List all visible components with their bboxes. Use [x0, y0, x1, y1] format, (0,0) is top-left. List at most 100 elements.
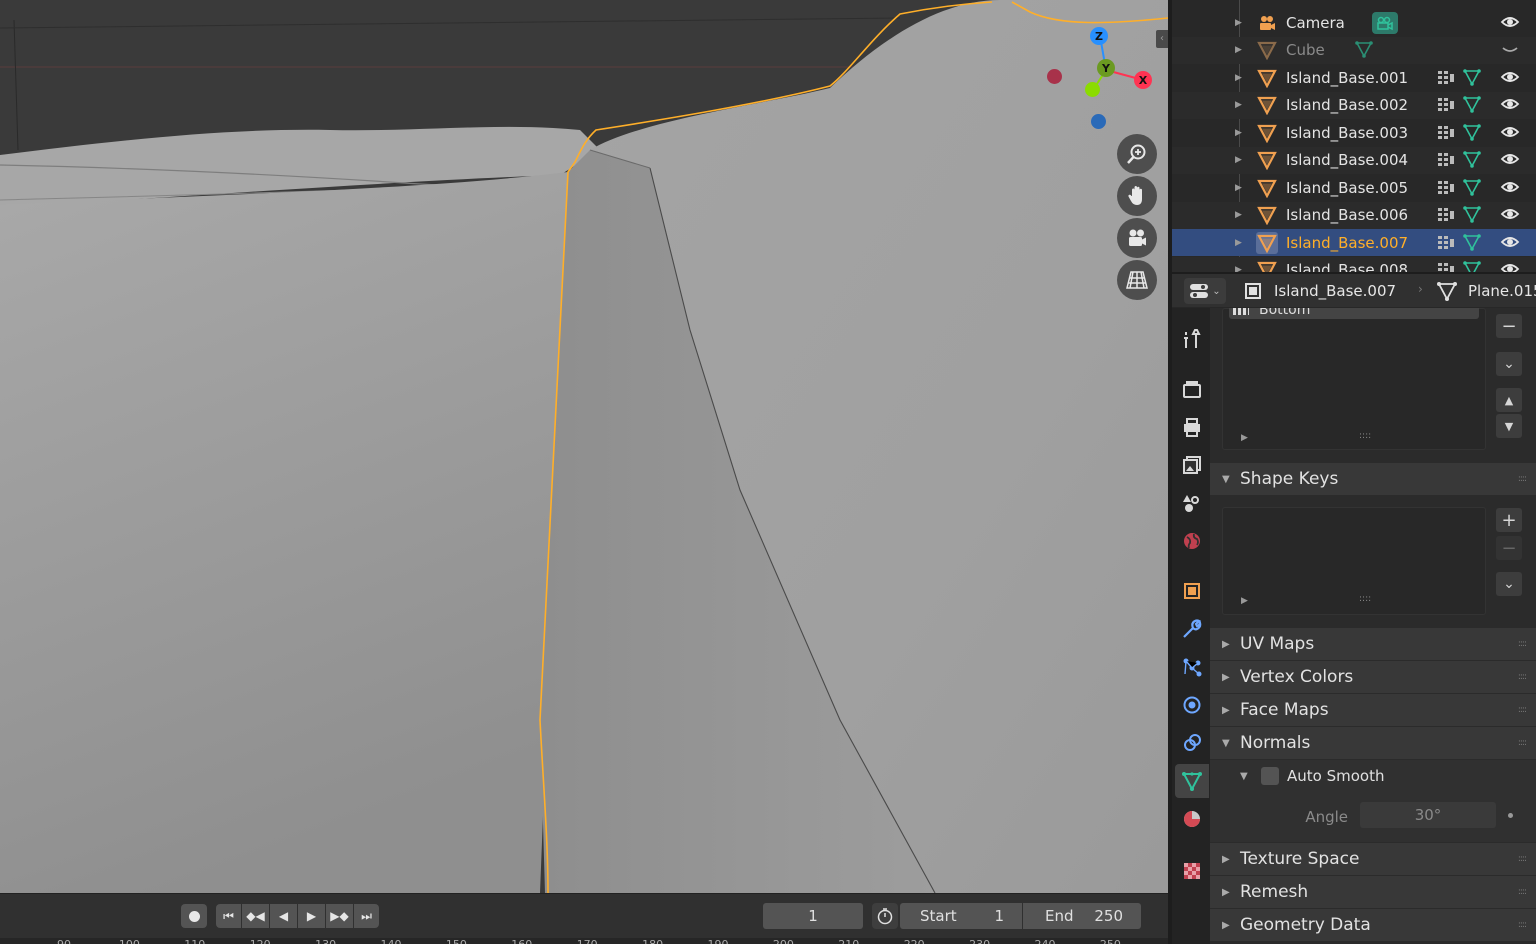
modifiers-icon[interactable]: [1436, 95, 1456, 115]
face-map-item[interactable]: Bottom: [1229, 308, 1479, 319]
expand-triangle-icon[interactable]: ▶: [1235, 210, 1242, 220]
preview-range-button[interactable]: [872, 903, 898, 929]
panel-remesh[interactable]: ▶ Remesh ::::: [1210, 876, 1536, 908]
outliner-row[interactable]: ▶ Island_Base.007: [1172, 229, 1536, 256]
panel-uv-maps[interactable]: ▶ UV Maps ::::: [1210, 628, 1536, 660]
expand-triangle-icon[interactable]: ▶: [1235, 238, 1242, 248]
end-frame-field[interactable]: End 250: [1023, 903, 1141, 929]
gizmo-neg-z-axis[interactable]: [1091, 114, 1106, 129]
panel-shape-keys[interactable]: ▼ Shape Keys ::::: [1210, 463, 1536, 495]
outliner-row[interactable]: ▶ Island_Base.001: [1172, 64, 1536, 91]
mesh-data-icon[interactable]: [1462, 204, 1484, 226]
eye-icon[interactable]: [1500, 232, 1522, 254]
remove-face-map-button[interactable]: −: [1496, 314, 1522, 338]
outliner-row[interactable]: ▶ Cube: [1172, 36, 1536, 64]
move-up-button[interactable]: ▲: [1496, 388, 1522, 412]
jump-end-button[interactable]: ⏭: [354, 904, 379, 928]
drag-grip-icon[interactable]: ::::: [1518, 738, 1527, 748]
list-resize-grip-icon[interactable]: ::::: [1359, 431, 1371, 441]
next-keyframe-button[interactable]: ▶◆: [326, 904, 353, 928]
mesh-data-icon[interactable]: [1462, 122, 1484, 144]
expand-triangle-icon[interactable]: ▶: [1235, 100, 1242, 110]
eye-icon[interactable]: [1500, 259, 1522, 272]
remove-shape-key-button[interactable]: −: [1496, 536, 1522, 560]
tab-modifiers[interactable]: [1175, 612, 1209, 646]
tab-view-layer[interactable]: [1175, 448, 1209, 482]
tab-particles[interactable]: [1175, 650, 1209, 684]
outliner-row[interactable]: ▶ Island_Base.002: [1172, 91, 1536, 119]
face-maps-list[interactable]: Bottom ▶ ::::: [1222, 308, 1486, 450]
modifiers-icon[interactable]: [1436, 205, 1456, 225]
drag-grip-icon[interactable]: ::::: [1518, 474, 1527, 484]
expand-triangle-icon[interactable]: ▶: [1235, 73, 1242, 83]
drag-grip-icon[interactable]: ::::: [1518, 920, 1527, 930]
mesh-data-icon[interactable]: [1462, 259, 1484, 272]
mesh-data-icon[interactable]: [1462, 67, 1484, 89]
tab-texture[interactable]: [1175, 854, 1209, 888]
outliner-row[interactable]: ▶ Island_Base.003: [1172, 119, 1536, 146]
shape-key-specials-button[interactable]: ⌄: [1496, 572, 1522, 596]
eye-icon[interactable]: [1500, 149, 1522, 171]
perspective-toggle-button[interactable]: [1117, 260, 1157, 300]
expand-triangle-icon[interactable]: ▶: [1235, 128, 1242, 138]
modifiers-icon[interactable]: [1436, 260, 1456, 272]
tab-world[interactable]: [1175, 524, 1209, 558]
modifiers-icon[interactable]: [1436, 68, 1456, 88]
tab-constraints[interactable]: [1175, 726, 1209, 760]
eye-icon[interactable]: [1500, 122, 1522, 144]
mesh-data-icon[interactable]: [1354, 39, 1376, 61]
tab-tool[interactable]: [1175, 322, 1209, 356]
eye-closed-icon[interactable]: [1500, 39, 1522, 61]
mesh-data-icon[interactable]: [1462, 232, 1484, 254]
drag-grip-icon[interactable]: ::::: [1518, 705, 1527, 715]
panel-texture-space[interactable]: ▶ Texture Space ::::: [1210, 843, 1536, 875]
camera-view-button[interactable]: [1117, 218, 1157, 258]
panel-vertex-colors[interactable]: ▶ Vertex Colors ::::: [1210, 661, 1536, 693]
eye-icon[interactable]: [1500, 12, 1522, 34]
auto-smooth-checkbox[interactable]: [1261, 767, 1279, 785]
modifiers-icon[interactable]: [1436, 233, 1456, 253]
eye-icon[interactable]: [1500, 94, 1522, 116]
expand-triangle-icon[interactable]: ▶: [1235, 45, 1242, 55]
eye-icon[interactable]: [1500, 177, 1522, 199]
eye-icon[interactable]: [1500, 67, 1522, 89]
current-frame-field[interactable]: 1: [763, 903, 863, 929]
zoom-button[interactable]: [1117, 134, 1157, 174]
gizmo-neg-x-axis[interactable]: [1047, 69, 1062, 84]
gizmo-z-axis[interactable]: Z: [1090, 27, 1108, 45]
tab-scene[interactable]: [1175, 486, 1209, 520]
mesh-crumb[interactable]: Plane.015: [1436, 278, 1536, 304]
drag-grip-icon[interactable]: ::::: [1518, 672, 1527, 682]
panel-geometry-data[interactable]: ▶ Geometry Data ::::: [1210, 909, 1536, 941]
start-frame-field[interactable]: Start 1: [900, 903, 1022, 929]
tab-output[interactable]: [1175, 410, 1209, 444]
list-expand-icon[interactable]: ▶: [1241, 433, 1248, 443]
expand-triangle-icon[interactable]: ▶: [1235, 18, 1242, 28]
modifiers-icon[interactable]: [1436, 178, 1456, 198]
outliner-row[interactable]: ▶ Island_Base.004: [1172, 146, 1536, 174]
outliner-row[interactable]: ▶ Island_Base.006: [1172, 201, 1536, 229]
gizmo-neg-y-axis[interactable]: [1085, 82, 1100, 97]
move-down-button[interactable]: ▼: [1496, 414, 1522, 438]
tab-render[interactable]: [1175, 372, 1209, 406]
jump-start-button[interactable]: ⏮: [216, 904, 241, 928]
tab-material[interactable]: [1175, 802, 1209, 836]
shape-keys-list[interactable]: ▶ ::::: [1222, 507, 1486, 615]
face-map-specials-button[interactable]: ⌄: [1496, 352, 1522, 376]
drag-grip-icon[interactable]: ::::: [1518, 854, 1527, 864]
list-expand-icon[interactable]: ▶: [1241, 596, 1248, 606]
angle-field[interactable]: 30°: [1360, 802, 1496, 828]
mesh-data-icon[interactable]: [1462, 177, 1484, 199]
gizmo-y-axis[interactable]: Y: [1097, 59, 1115, 77]
navigation-gizmo[interactable]: Z Y X: [1040, 22, 1160, 132]
outliner-row[interactable]: ▶ Island_Base.008: [1172, 256, 1536, 272]
tab-physics[interactable]: [1175, 688, 1209, 722]
camera-data-icon[interactable]: [1372, 11, 1398, 34]
expand-triangle-icon[interactable]: ▶: [1235, 265, 1242, 272]
play-reverse-button[interactable]: ◀: [270, 904, 297, 928]
mesh-data-icon[interactable]: [1462, 94, 1484, 116]
object-crumb[interactable]: Island_Base.007: [1242, 278, 1396, 304]
outliner-row[interactable]: ▶ Island_Base.005: [1172, 174, 1536, 201]
pan-button[interactable]: [1117, 176, 1157, 216]
eye-icon[interactable]: [1500, 204, 1522, 226]
